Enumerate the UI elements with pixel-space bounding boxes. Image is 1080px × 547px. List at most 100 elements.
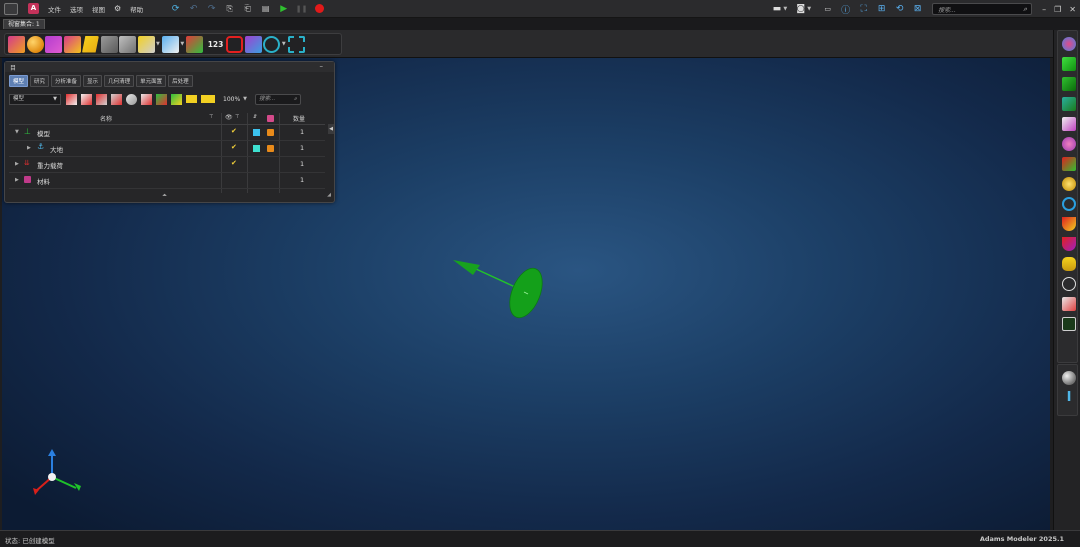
search-icon[interactable]: ⌕ xyxy=(1023,5,1027,14)
vector-icon[interactable] xyxy=(161,35,179,53)
display-icon[interactable]: ▭ xyxy=(821,3,834,16)
restore-icon[interactable]: ❐ xyxy=(1054,5,1061,14)
marker-icon[interactable] xyxy=(137,35,155,53)
expand-icon[interactable] xyxy=(287,35,305,53)
visible-check-icon[interactable]: ✔ xyxy=(231,127,237,135)
mesh-grid-icon[interactable] xyxy=(1062,77,1076,91)
chart-play-icon[interactable] xyxy=(1062,317,1076,331)
marker-dropdown-icon[interactable]: ▼ xyxy=(156,41,160,47)
record-icon[interactable] xyxy=(313,2,326,15)
video-camera-icon[interactable]: ▬ xyxy=(770,3,783,16)
force-icon[interactable] xyxy=(186,35,204,53)
collapse-arrow-icon[interactable]: ▼ xyxy=(15,129,19,135)
menu-help[interactable]: 帮助 xyxy=(130,4,143,14)
zoom-view-icon[interactable]: ⊠ xyxy=(911,3,924,16)
menu-view[interactable]: 视图 xyxy=(92,4,105,14)
filter-select[interactable]: 模型 ▼ xyxy=(9,93,61,105)
tree-expand-icon[interactable] xyxy=(96,93,107,105)
axis-icon[interactable] xyxy=(1062,157,1076,171)
molecule-icon[interactable] xyxy=(1062,137,1076,151)
color-swatch[interactable] xyxy=(253,129,260,138)
menu-options[interactable]: 选项 xyxy=(70,4,83,14)
tab-post-processing[interactable]: 后处理 xyxy=(168,75,193,87)
sheet-icon[interactable] xyxy=(82,35,99,53)
eye-column-icon[interactable]: 👁 xyxy=(225,114,233,121)
tab-study[interactable]: 研究 xyxy=(30,75,50,87)
tree-row-ground[interactable]: ▶ ⚓ 大地 ✔ 1 xyxy=(9,141,325,157)
column-name-header[interactable]: 名称 xyxy=(100,114,112,123)
browser-search-input[interactable]: 搜索... ⌕ xyxy=(255,93,302,105)
search-part-icon[interactable] xyxy=(1062,197,1076,211)
zoom-dropdown-icon[interactable]: ▼ xyxy=(243,96,247,102)
tree-filter-icon[interactable] xyxy=(111,93,122,105)
group-icon[interactable] xyxy=(171,93,182,105)
expand-arrow-icon[interactable]: ▶ xyxy=(27,145,31,151)
eraser-icon[interactable] xyxy=(1062,117,1076,131)
hexagon-icon[interactable] xyxy=(226,35,244,53)
fit-view-icon[interactable]: ⛶ xyxy=(857,3,870,16)
app-badge-icon[interactable]: A xyxy=(28,3,39,14)
visibility-icon[interactable] xyxy=(141,93,152,105)
export-icon[interactable]: ⎗ xyxy=(241,2,254,15)
redo-icon[interactable]: ↷ xyxy=(205,2,218,15)
minimize-icon[interactable]: – xyxy=(1042,5,1046,14)
settings-gear-icon[interactable]: ⚙ xyxy=(114,4,121,13)
camera-icon[interactable]: ◙ xyxy=(794,3,807,16)
app-logo-icon[interactable] xyxy=(4,2,18,15)
close-icon[interactable]: ✕ xyxy=(1069,5,1076,14)
material-cube-icon[interactable] xyxy=(267,145,274,154)
database-icon[interactable] xyxy=(1062,257,1076,271)
browser-zoom-level[interactable]: 100% xyxy=(223,96,240,103)
layers-icon[interactable] xyxy=(244,35,262,53)
column-count-header[interactable]: 数量 xyxy=(293,114,305,123)
constraint-icon[interactable] xyxy=(63,35,81,53)
table-settings-icon[interactable] xyxy=(1062,297,1076,311)
tab-element-setup[interactable]: 单元面置 xyxy=(136,75,167,87)
refresh-icon[interactable]: ⟳ xyxy=(169,2,182,15)
list-view-icon[interactable] xyxy=(186,95,197,103)
pause-icon[interactable]: ❚❚ xyxy=(295,2,308,15)
sphere-shade-icon[interactable] xyxy=(1062,371,1076,385)
global-search-input[interactable]: 搜索... ⌕ xyxy=(932,3,1033,15)
tab-geometry-cleanup[interactable]: 几何清理 xyxy=(104,75,135,87)
panel-collapse-handle-icon[interactable]: ⏶ xyxy=(162,192,167,200)
light-bulb-icon[interactable] xyxy=(1062,177,1076,191)
cube-icon[interactable] xyxy=(45,35,62,53)
vector-dropdown-icon[interactable]: ▼ xyxy=(180,41,184,47)
tab-display[interactable]: 显示 xyxy=(83,75,103,87)
add-item-icon[interactable] xyxy=(66,93,77,105)
undo-icon[interactable]: ↶ xyxy=(187,2,200,15)
i-beam-icon[interactable]: I xyxy=(1062,391,1076,405)
link-icon[interactable] xyxy=(126,93,137,105)
full-view-icon[interactable] xyxy=(201,95,215,103)
browser-titlebar[interactable]: 目 – xyxy=(5,62,334,72)
tab-model[interactable]: 模型 xyxy=(9,75,29,87)
name-filter-icon[interactable]: ⊤ xyxy=(209,114,213,120)
green-cube-icon[interactable] xyxy=(1062,57,1076,71)
remove-item-icon[interactable] xyxy=(81,93,92,105)
import-icon[interactable]: ⎘ xyxy=(223,2,236,15)
mesh-icon[interactable] xyxy=(100,35,118,53)
video-dropdown-icon[interactable]: ▼ xyxy=(783,6,787,12)
joint-icon[interactable] xyxy=(119,35,136,53)
part-library-icon[interactable] xyxy=(1062,37,1076,51)
play-icon[interactable]: ▶ xyxy=(277,2,290,15)
tree-row-model[interactable]: ▼ ⊥ 模型 ✔ 1 xyxy=(9,125,325,141)
rotate-view-icon[interactable]: ⟲ xyxy=(893,3,906,16)
visible-check-icon[interactable]: ✔ xyxy=(231,159,237,167)
eye-filter-icon[interactable]: ⊤ xyxy=(235,114,239,120)
tree-row-material[interactable]: ▶ 材料 1 xyxy=(9,173,325,189)
menu-file[interactable]: 文件 xyxy=(48,4,61,14)
tab-view-collection[interactable]: 视窗集合: 1 xyxy=(3,19,45,29)
resize-grip-icon[interactable]: ◢ xyxy=(327,192,331,198)
search-icon[interactable]: ⌕ xyxy=(294,95,297,104)
material-cube-icon[interactable] xyxy=(267,129,274,138)
tree-row-gravity-load[interactable]: ▶ ⇊ 重力载荷 ✔ 1 xyxy=(9,157,325,173)
color-swatch[interactable] xyxy=(253,145,260,154)
magnet-icon[interactable] xyxy=(1062,217,1076,231)
panel-side-arrow-icon[interactable]: ◀ xyxy=(328,124,334,134)
browser-collapse-icon[interactable]: – xyxy=(320,62,324,70)
camera-dropdown-icon[interactable]: ▼ xyxy=(807,6,811,12)
info-icon[interactable]: ⓘ xyxy=(839,3,852,16)
layer-stack-icon[interactable] xyxy=(1062,97,1076,111)
